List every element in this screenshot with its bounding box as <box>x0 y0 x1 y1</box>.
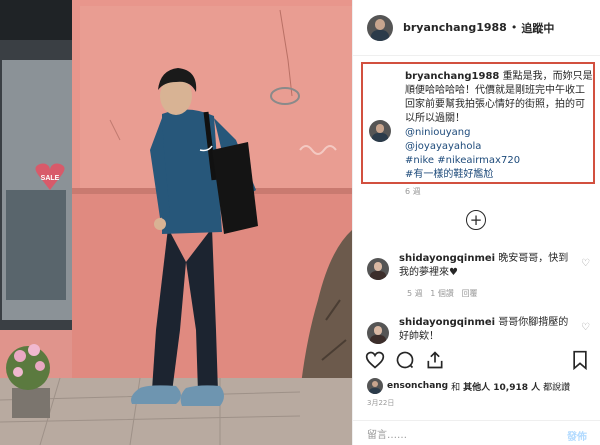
liker-avatar[interactable] <box>367 378 383 394</box>
comment-avatar[interactable] <box>367 258 389 280</box>
caption-tag-hashtag-chinese[interactable]: #有一樣的鞋好尷尬 <box>405 168 593 182</box>
caption-age: 6 週 <box>405 187 421 196</box>
comment-reply-button[interactable]: 回覆 <box>462 289 478 298</box>
comment-text: shidayongqinmei 晚安哥哥，快到我的夢裡來♥ <box>399 252 575 280</box>
comment-like-count[interactable]: 1 個讚 <box>430 289 454 298</box>
follow-button[interactable]: 追蹤中 <box>521 20 554 36</box>
comment-meta: 5 週 1 個讚 回覆 <box>407 288 478 299</box>
comment-username[interactable]: shidayongqinmei <box>399 317 495 328</box>
caption-tag-hashtags[interactable]: #nike #nikeairmax720 <box>405 154 593 168</box>
comment-item: shidayongqinmei 哥哥你腳揹壓的好帥欸！ ♡ <box>367 316 597 346</box>
load-more-comments-button[interactable]: + <box>466 210 486 230</box>
comment-input[interactable] <box>367 427 547 443</box>
plus-icon: + <box>469 210 483 229</box>
like-heart-icon[interactable] <box>365 350 385 370</box>
post-header: bryanchang1988 • 追蹤中 <box>353 0 600 56</box>
header-separator: • <box>510 21 518 34</box>
post-comment-button[interactable]: 發佈 <box>567 428 587 443</box>
comment-like-heart-icon[interactable]: ♡ <box>581 258 590 269</box>
liker-username[interactable]: ensonchang <box>387 381 448 391</box>
caption-tag-mention-1[interactable]: @niniouyang <box>405 126 593 140</box>
caption-highlight-box: bryanchang1988 重點是我，而妳只是順便哈哈哈哈！代價就是剛班完中午… <box>361 62 595 184</box>
author-avatar[interactable] <box>367 14 393 41</box>
caption-tag-mention-2[interactable]: @joyayayahola <box>405 140 593 154</box>
comment-like-heart-icon[interactable]: ♡ <box>581 322 590 333</box>
sale-sign-text: SALE <box>41 175 60 182</box>
comment-bar: 發佈 <box>353 420 600 445</box>
caption-author[interactable]: bryanchang1988 <box>405 71 499 82</box>
post-photo[interactable]: SALE <box>0 0 352 445</box>
comment-username[interactable]: shidayongqinmei <box>399 253 495 264</box>
bookmark-icon[interactable] <box>571 350 589 370</box>
comment-age: 5 週 <box>407 289 423 298</box>
share-upload-icon[interactable] <box>425 350 445 370</box>
caption-text: bryanchang1988 重點是我，而妳只是順便哈哈哈哈！代價就是剛班完中午… <box>405 70 593 182</box>
author-username[interactable]: bryanchang1988 <box>403 21 507 34</box>
likes-conjunction: 和 <box>451 382 461 393</box>
likes-summary: ensonchang 和 其他人 10,918 人 都說讚 <box>367 378 573 394</box>
comment-text: shidayongqinmei 哥哥你腳揹壓的好帥欸！ <box>399 316 575 344</box>
comment-bubble-icon[interactable] <box>395 350 415 370</box>
caption-author-avatar[interactable] <box>369 120 391 142</box>
comment-avatar[interactable] <box>367 322 389 344</box>
comment-item: shidayongqinmei 晚安哥哥，快到我的夢裡來♥ ♡ 5 週 1 個讚… <box>367 252 597 302</box>
post-actions-bar <box>365 350 591 372</box>
post-date: 3月22日 <box>367 399 395 407</box>
likes-suffix: 都說讚 <box>543 382 571 393</box>
post-sidebar: bryanchang1988 • 追蹤中 bryanchang1988 重點是我… <box>352 0 600 445</box>
likes-others-count[interactable]: 其他人 10,918 人 <box>463 380 540 393</box>
